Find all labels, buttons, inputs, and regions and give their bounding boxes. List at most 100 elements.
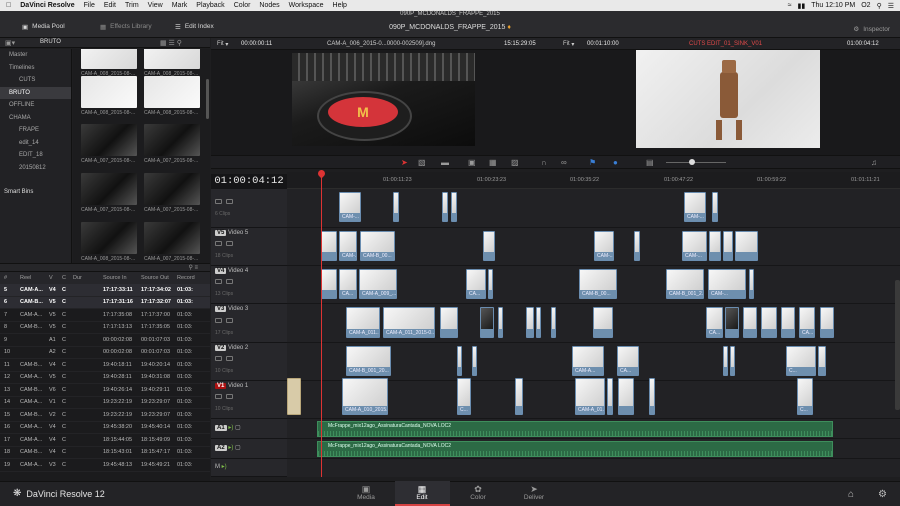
track-controls[interactable] — [215, 394, 233, 399]
table-row[interactable]: 6 CAM-B... V5 C 17:17:31:16 17:17:32:07 01:03: — [0, 296, 210, 309]
table-row[interactable]: 18 CAM-B... V4 C 18:15:43:01 18:15:47:17 01:03… — [0, 447, 210, 459]
audio-clip-a1[interactable]: McFrappe_mix12ago_AssinaturaCantada_NOVA… — [317, 421, 833, 437]
col-dur[interactable]: Dur — [73, 275, 103, 281]
marker-icon[interactable]: ● — [613, 158, 618, 167]
timeline-clip[interactable] — [735, 231, 758, 261]
zoom-mode-icon[interactable]: ▤ — [646, 158, 654, 167]
timeline-clip[interactable] — [440, 307, 458, 338]
timeline-clip[interactable]: CAM-A... — [572, 346, 604, 376]
clip-thumb[interactable]: CAM-A_008_2015-08-... — [144, 49, 200, 79]
timeline-clip[interactable] — [730, 346, 735, 376]
menu-app-name[interactable]: DaVinci Resolve — [20, 2, 74, 9]
wifi-icon[interactable]: ≈ — [788, 2, 792, 9]
table-row[interactable]: 14 CAM-A... V1 C 19:23:22:19 19:23:29:07 01:03… — [0, 397, 210, 409]
edit-index-button[interactable]: ☰ Edit Index — [175, 20, 214, 33]
col-reel[interactable]: Reel — [20, 275, 49, 281]
menu-mark[interactable]: Mark — [172, 2, 188, 9]
zoom-slider-track[interactable] — [666, 162, 726, 163]
timeline-clip[interactable]: CA... — [799, 307, 815, 338]
track-badge[interactable]: V2 — [215, 345, 227, 351]
track-badge[interactable]: V5 — [215, 230, 227, 236]
timeline-clip[interactable]: CA... — [706, 307, 723, 338]
clip-thumb[interactable]: CAM-A_007_2015-08-... — [144, 124, 200, 166]
speaker-icon[interactable]: ▸) — [228, 445, 233, 451]
blade-tool-icon[interactable]: ▬ — [441, 158, 449, 167]
timeline-clip[interactable] — [472, 346, 477, 376]
timeline-clip[interactable]: CAM-... — [339, 231, 357, 261]
timeline-clip[interactable] — [723, 346, 728, 376]
page-deliver-button[interactable]: ➤ Deliver — [514, 484, 554, 501]
timeline-clip[interactable] — [480, 307, 494, 338]
track-header-v1[interactable]: V1 Video 1 10 Clips — [211, 381, 287, 419]
timeline-clip[interactable] — [287, 378, 301, 415]
table-row[interactable]: 19 CAM-A... V3 C 19:45:48:13 19:45:49:21 01:03… — [0, 459, 210, 472]
media-pool-button[interactable]: ▣ Media Pool — [22, 20, 65, 33]
trim-tool-icon[interactable]: ▧ — [418, 158, 426, 167]
bin-breadcrumb[interactable]: BRUTO — [40, 39, 61, 45]
timeline-clip[interactable]: CAM-... — [682, 231, 707, 261]
menu-trim[interactable]: Trim — [125, 2, 139, 9]
page-color-button[interactable]: ✿ Color — [458, 484, 498, 501]
timeline-clip[interactable]: CAM-A_011... — [346, 307, 380, 338]
timeline-clip[interactable] — [515, 378, 523, 415]
bin-list-toggle-icon[interactable]: ▣▾ — [5, 39, 15, 47]
thumb-scrollbar[interactable] — [206, 79, 209, 119]
timeline-timecode[interactable]: 01:00:04:12 — [211, 174, 287, 189]
track-controls[interactable] — [215, 241, 233, 246]
bin-20150812[interactable]: 20150812 — [0, 162, 71, 175]
track-controls[interactable] — [215, 356, 233, 361]
timeline-clip[interactable] — [725, 307, 739, 338]
replace-clip-icon[interactable]: ▨ — [511, 158, 519, 167]
timeline-clip[interactable] — [607, 378, 613, 415]
timeline-clip[interactable]: CA... — [617, 346, 639, 376]
timeline-name[interactable]: CUTS EDIT_01_SINK_V01 — [689, 38, 762, 50]
timeline-clip[interactable] — [618, 378, 634, 415]
menu-user[interactable]: O2 — [861, 2, 870, 9]
timeline-clip[interactable]: CAM-B_00... — [579, 269, 617, 299]
timeline-clip[interactable] — [781, 307, 795, 338]
track-header-v3[interactable]: V3 Video 3 17 Clips — [211, 304, 287, 343]
insert-clip-icon[interactable]: ▣ — [468, 158, 476, 167]
timeline-clip[interactable] — [536, 307, 541, 338]
effects-library-button[interactable]: ▦ Effects Library — [100, 20, 152, 33]
playhead[interactable] — [321, 170, 322, 477]
timeline-clip[interactable] — [723, 231, 733, 261]
page-media-button[interactable]: ▣ Media — [346, 484, 386, 501]
clip-thumb[interactable]: CAM-A_007_2015-08-... — [144, 173, 200, 215]
timeline-clip[interactable] — [634, 231, 640, 261]
lock-icon[interactable]: ▢ — [235, 425, 241, 431]
search-icon[interactable]: ⚲ — [877, 2, 882, 10]
smart-bins-heading[interactable]: Smart Bins — [0, 186, 71, 199]
audio-meter-icon[interactable]: ♫ — [871, 158, 877, 167]
track-badge[interactable]: A1 — [215, 425, 227, 431]
timeline-clip[interactable]: CAM-A_011_2015-0... — [383, 307, 435, 338]
inspector-button[interactable]: ⚙ Inspector — [853, 25, 890, 34]
bin-edit-14[interactable]: edit_14 — [0, 137, 71, 150]
audio-clip-a2[interactable]: McFrappe_mix12ago_AssinaturaCantada_NOVA… — [317, 441, 833, 457]
menu-help[interactable]: Help — [333, 2, 347, 9]
table-row[interactable]: 12 CAM-A... V5 C 19:40:28:11 19:40:31:08 01:03… — [0, 372, 210, 384]
col-v[interactable]: V — [49, 275, 62, 281]
track-header-a1[interactable]: A1 ▸) ▢ — [211, 419, 287, 439]
track-badge[interactable]: V1 — [215, 383, 227, 389]
link-icon[interactable]: ∞ — [561, 158, 567, 167]
clip-thumb[interactable]: CAM-A_008_2015-08-... — [144, 76, 200, 118]
home-icon[interactable]: ⌂ — [848, 489, 854, 500]
timeline-clip[interactable] — [393, 192, 399, 222]
menu-file[interactable]: File — [84, 2, 95, 9]
timeline-clip[interactable]: C... — [457, 378, 471, 415]
timeline-clip[interactable] — [820, 307, 834, 338]
clip-thumb[interactable]: CAM-A_008_2015-08-... — [81, 76, 137, 118]
timeline-clip[interactable]: CAM-B_001_20... — [346, 346, 391, 376]
timeline-clip[interactable] — [457, 346, 462, 376]
clip-thumb[interactable]: CAM-A_007_2015-08-... — [81, 124, 137, 166]
bin-chama[interactable]: CHAMA — [0, 112, 71, 125]
timeline-clip[interactable] — [451, 192, 457, 222]
timeline-clip[interactable]: CAM-A_01... — [575, 378, 605, 415]
speaker-icon[interactable]: ▸) — [222, 464, 227, 470]
overwrite-clip-icon[interactable]: ▦ — [489, 158, 497, 167]
timeline-clip[interactable]: CAM-B_001_2... — [666, 269, 704, 299]
track-header-v4[interactable]: V4 Video 4 13 Clips — [211, 266, 287, 304]
source-viewer-frame[interactable]: M — [292, 53, 475, 146]
table-row[interactable]: 8 CAM-B... V5 C 17:17:13:13 17:17:35:05 01:03: — [0, 322, 210, 334]
